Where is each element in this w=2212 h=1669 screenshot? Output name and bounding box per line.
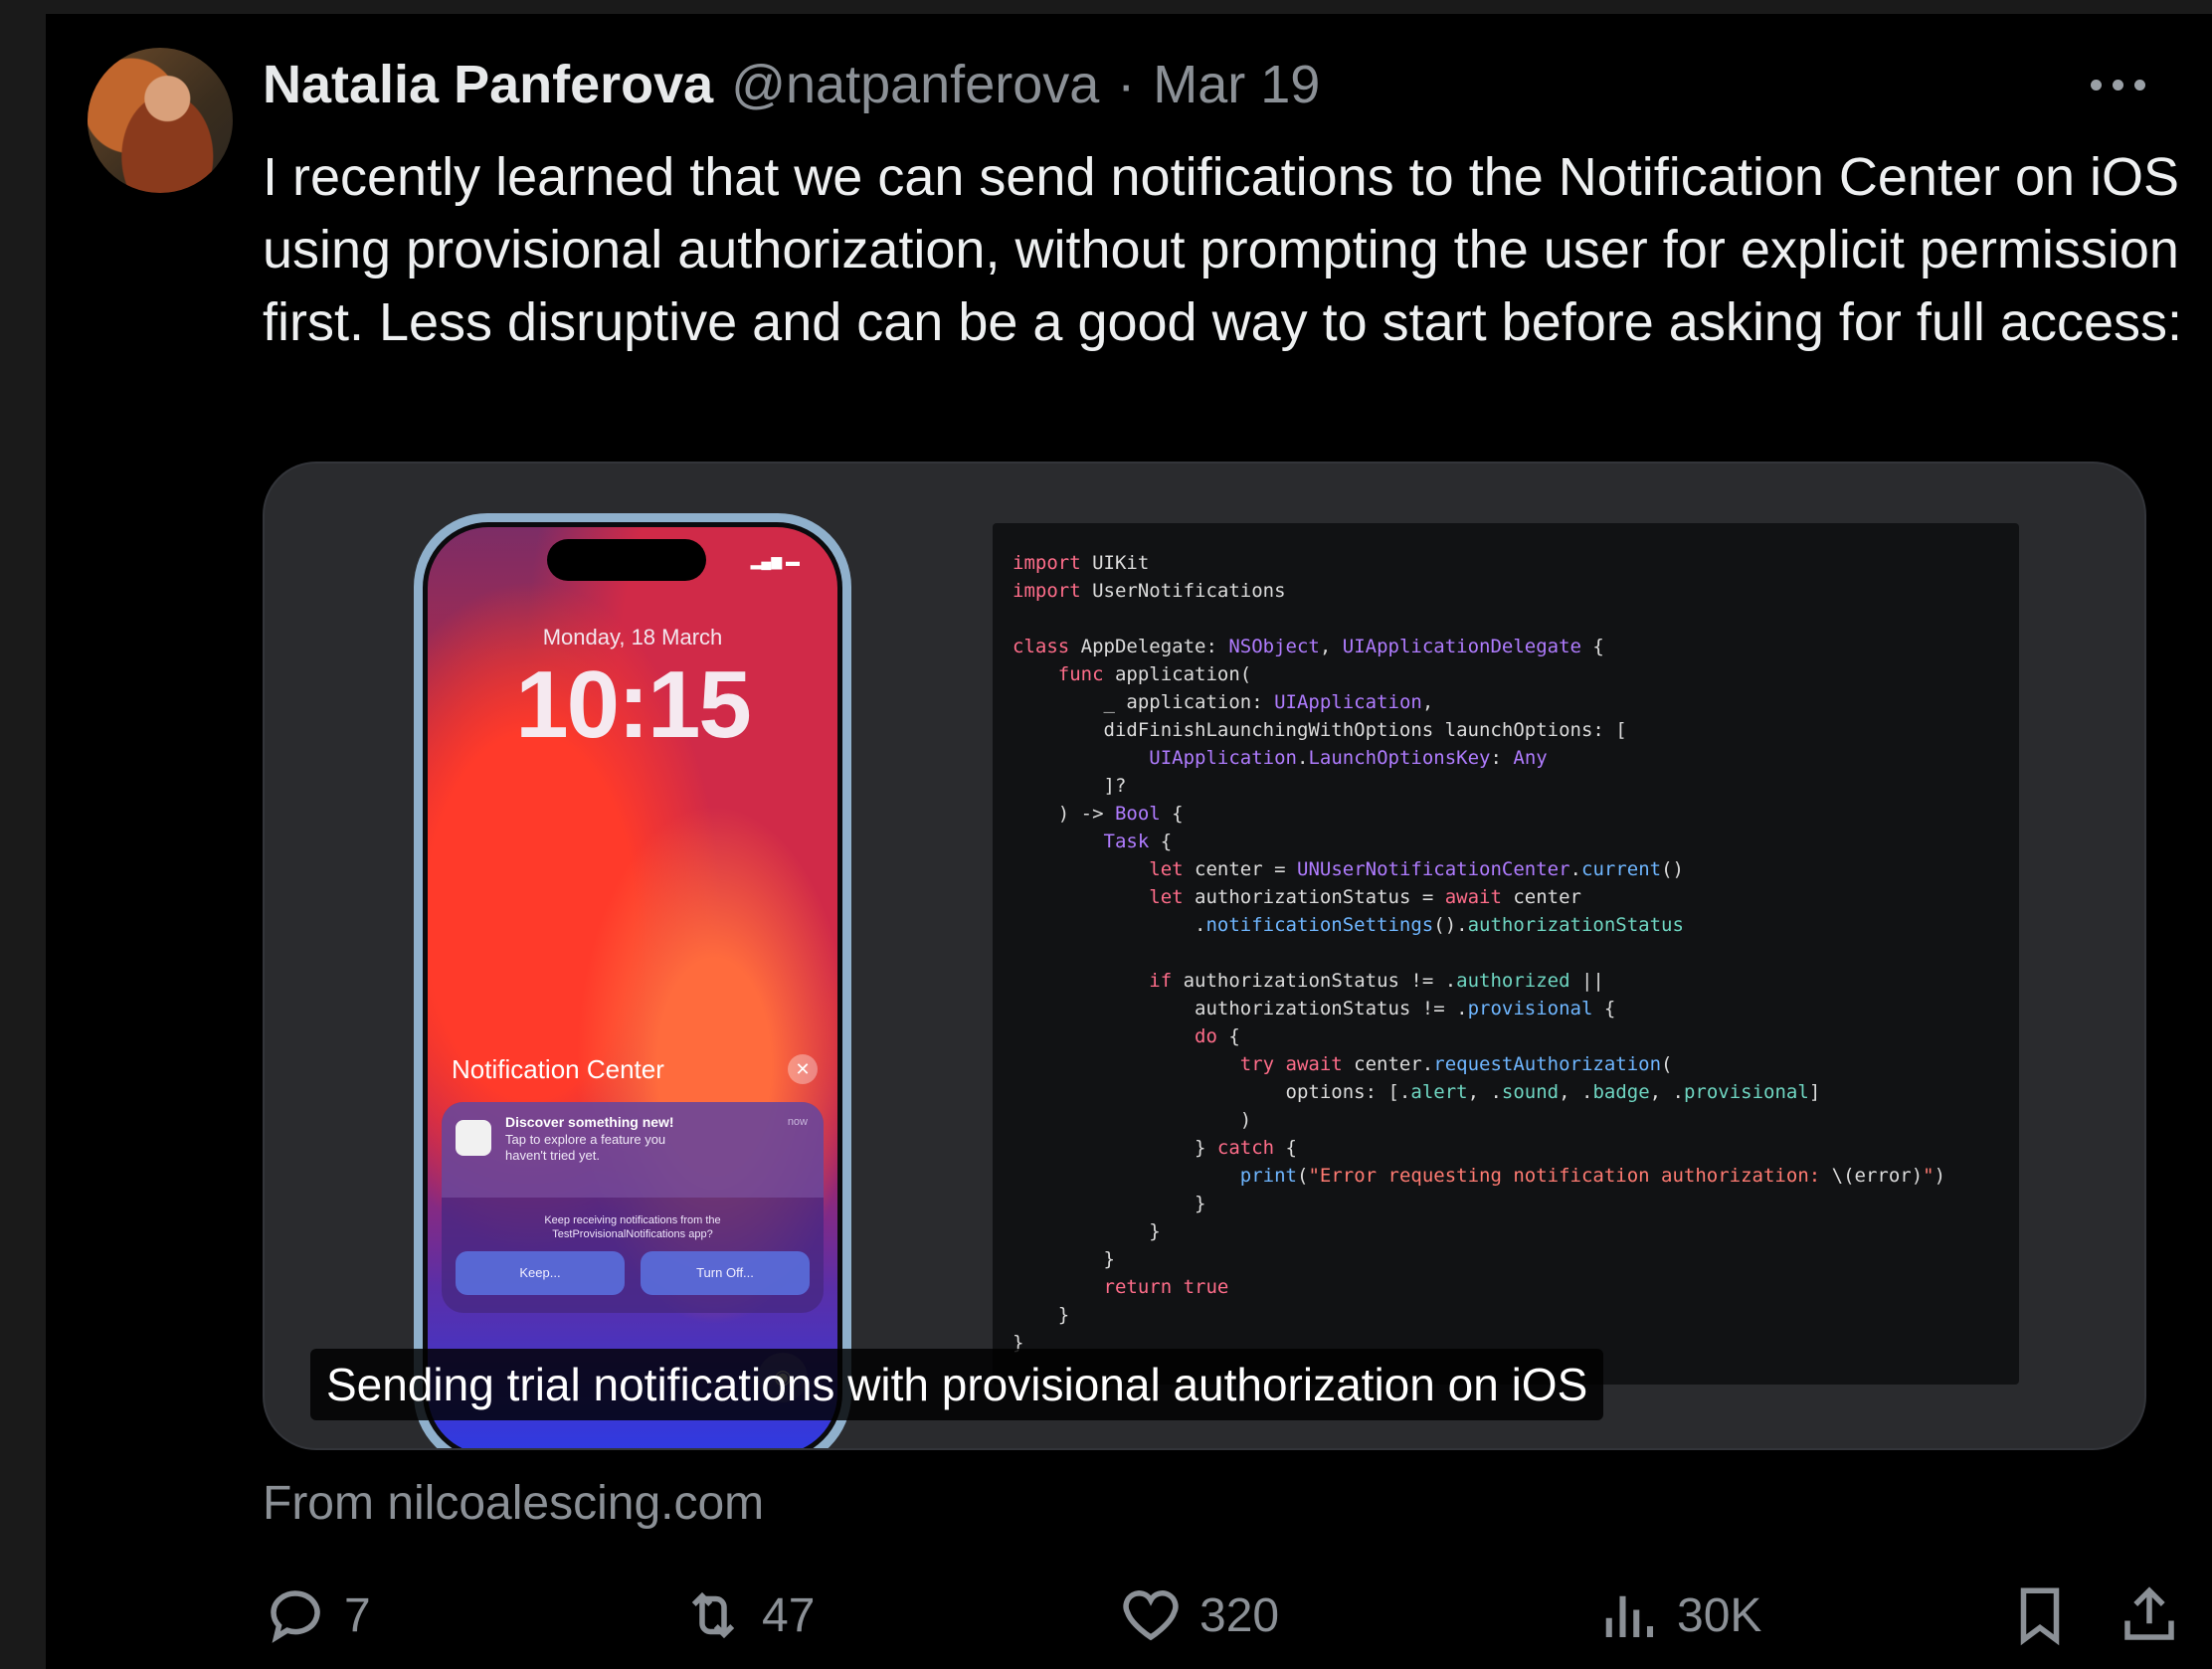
notification: Discover something new! Tap to explore a… [442, 1102, 824, 1313]
close-icon: ✕ [788, 1054, 818, 1084]
notification-body: Tap to explore a feature you haven't tri… [505, 1132, 666, 1163]
turn-off-button: Turn Off... [641, 1251, 810, 1295]
card-source[interactable]: From nilcoalescing.com [263, 1476, 764, 1531]
share-button[interactable] [2117, 1566, 2182, 1665]
card-caption: Sending trial notifications with provisi… [310, 1349, 1604, 1420]
like-count: 320 [1199, 1588, 1280, 1642]
retweet-icon [691, 1591, 735, 1639]
like-button[interactable]: 320 [1118, 1566, 1279, 1665]
notification-time: now [787, 1116, 808, 1128]
tweet-header: Natalia Panferova @natpanferova · Mar 19 [263, 50, 1320, 119]
code-snippet: import UIKit import UserNotifications cl… [993, 523, 2019, 1385]
reply-button[interactable]: 7 [263, 1566, 371, 1665]
author-handle[interactable]: @natpanferova [731, 50, 1099, 119]
avatar[interactable] [88, 48, 233, 193]
more-icon[interactable] [2089, 68, 2148, 97]
tweet[interactable]: Natalia Panferova @natpanferova · Mar 19… [46, 14, 2212, 1669]
views-icon [1605, 1595, 1654, 1637]
notification-center-title: Notification Center [452, 1054, 664, 1084]
reply-icon [271, 1590, 320, 1643]
phone-illustration: ▂▄▆ ▬ Monday, 18 March 10:15 Notificatio… [414, 513, 851, 1448]
share-icon [2124, 1586, 2174, 1640]
author-name[interactable]: Natalia Panferova [263, 50, 713, 119]
notification-title: Discover something new! [505, 1114, 674, 1130]
header-separator: · [1117, 55, 1136, 114]
notification-prompt: Keep receiving notifications from the Te… [544, 1214, 721, 1240]
bookmark-icon [2020, 1587, 2060, 1646]
views-button[interactable]: 30K [1595, 1566, 1761, 1665]
lock-date: Monday, 18 March [542, 625, 723, 649]
like-icon [1123, 1590, 1179, 1641]
retweet-button[interactable]: 47 [680, 1566, 815, 1665]
bookmark-button[interactable] [2007, 1566, 2073, 1665]
tweet-date[interactable]: Mar 19 [1153, 50, 1320, 119]
reply-count: 7 [344, 1588, 371, 1642]
action-bar: 7 47 320 30K [263, 1566, 2174, 1665]
tweet-text: I recently learned that we can send noti… [263, 147, 2195, 352]
lock-time: 10:15 [515, 651, 752, 758]
link-card[interactable]: ▂▄▆ ▬ Monday, 18 March 10:15 Notificatio… [263, 462, 2146, 1450]
retweet-count: 47 [762, 1588, 816, 1642]
keep-button: Keep... [456, 1251, 625, 1295]
wifi-battery-icon: ▂▄▆ ▬ [750, 553, 800, 569]
views-count: 30K [1677, 1588, 1762, 1642]
app-icon [456, 1120, 491, 1156]
